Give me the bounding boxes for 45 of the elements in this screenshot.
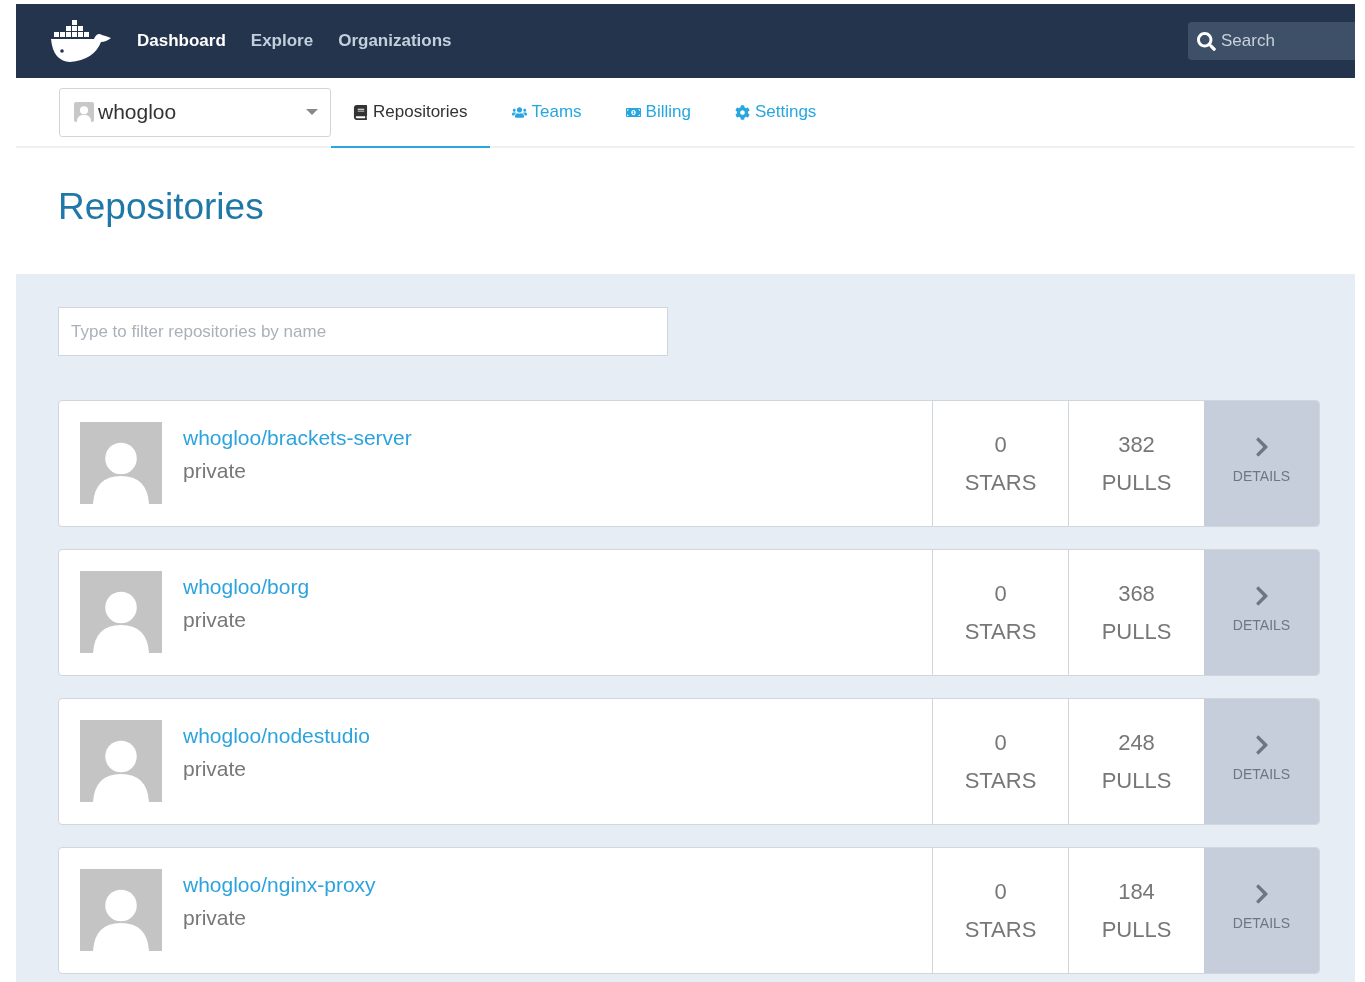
search-icon — [1197, 32, 1216, 51]
pulls-count: 184 — [1118, 878, 1155, 905]
book-icon — [353, 104, 368, 120]
caret-icon — [306, 109, 318, 115]
pulls-label: PULLS — [1101, 618, 1172, 645]
tab[interactable]: Repositories — [331, 78, 490, 148]
account-dropdown[interactable]: whogloo — [59, 87, 331, 137]
visibility-text: private — [183, 608, 248, 632]
stars-count: 0 — [994, 431, 1007, 458]
pulls-label: PULLS — [1101, 767, 1172, 794]
repository-link[interactable]: whogloo/borg — [183, 575, 310, 599]
stars-label: STARS — [964, 767, 1037, 794]
repository-link[interactable]: whogloo/nodestudio — [183, 724, 370, 748]
stars-count: 0 — [994, 878, 1007, 905]
nav-link[interactable]: Explore — [250, 31, 314, 51]
stars-count: 0 — [994, 580, 1007, 607]
nav-link[interactable]: Dashboard — [137, 31, 226, 51]
pulls-count: 368 — [1118, 580, 1155, 607]
pulls-label: PULLS — [1101, 469, 1172, 496]
visibility-text: private — [183, 459, 248, 483]
tab[interactable]: Settings — [712, 78, 839, 148]
tab[interactable]: Billing — [603, 78, 713, 148]
people-icon — [511, 104, 527, 120]
stars-count: 0 — [994, 729, 1007, 756]
pulls-count: 248 — [1118, 729, 1155, 756]
visibility-text: private — [183, 906, 248, 930]
details-button[interactable]: DETAILS — [1204, 848, 1319, 973]
repository-link[interactable]: whogloo/nginx-proxy — [183, 873, 376, 897]
tab[interactable]: Teams — [489, 78, 604, 148]
search-field[interactable]: Search — [1188, 22, 1355, 60]
nav-link[interactable]: Organizations — [338, 31, 452, 51]
stars-label: STARS — [964, 469, 1037, 496]
details-button[interactable]: DETAILS — [1204, 550, 1319, 675]
filter-field[interactable]: Type to filter repositories by name — [58, 307, 668, 356]
whale-logo-icon — [50, 18, 112, 64]
page-title: Repositories — [57, 185, 265, 229]
repository-link[interactable]: whogloo/brackets-server — [183, 426, 412, 450]
stars-label: STARS — [964, 916, 1037, 943]
gear-icon — [734, 104, 750, 120]
details-button[interactable]: DETAILS — [1204, 699, 1319, 824]
pulls-label: PULLS — [1101, 916, 1172, 943]
pulls-count: 382 — [1118, 431, 1155, 458]
stars-label: STARS — [964, 618, 1037, 645]
details-button[interactable]: DETAILS — [1204, 401, 1319, 526]
visibility-text: private — [183, 757, 248, 781]
